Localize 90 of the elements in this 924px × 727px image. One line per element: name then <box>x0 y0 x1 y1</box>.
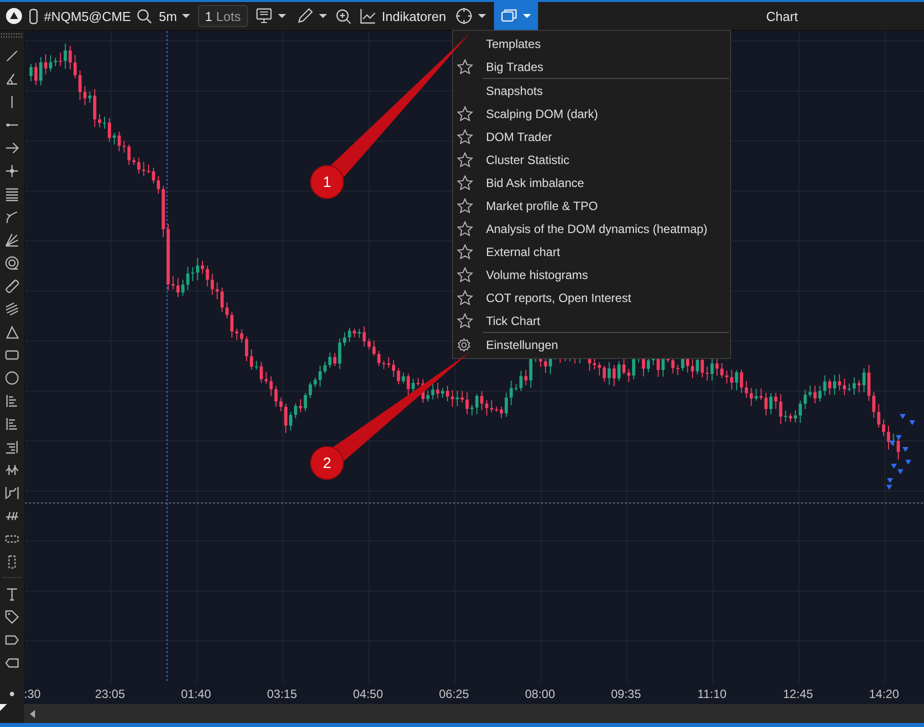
star-icon[interactable] <box>457 106 473 122</box>
time-label: 09:35 <box>610 687 642 701</box>
timeframe-dropdown[interactable]: 5m <box>156 2 193 30</box>
menu-item[interactable]: Volume histograms <box>453 263 730 286</box>
time-label: 03:15 <box>266 687 298 701</box>
caret-icon <box>477 12 488 20</box>
search-icon[interactable] <box>136 8 152 24</box>
time-label: 12:45 <box>782 687 814 701</box>
menu-item[interactable]: DOM Trader <box>453 125 730 148</box>
menu-item[interactable]: Analysis of the DOM dynamics (heatmap) <box>453 217 730 240</box>
time-label: 14:20 <box>868 687 900 701</box>
menu-item-label: Volume histograms <box>486 268 588 282</box>
menu-item[interactable]: External chart <box>453 240 730 263</box>
menu-item[interactable]: Market profile & TPO <box>453 194 730 217</box>
menu-item-label: Analysis of the DOM dynamics (heatmap) <box>486 222 708 236</box>
menu-item-label: Bid Ask imbalance <box>486 176 584 190</box>
diagonal-lines-icon[interactable] <box>4 300 20 316</box>
circle-icon[interactable] <box>4 370 20 386</box>
tag-icon[interactable] <box>4 608 20 624</box>
corner-icon <box>0 704 7 711</box>
menu-item[interactable]: COT reports, Open Interest <box>453 286 730 309</box>
menu-item-label: Big Trades <box>486 60 544 74</box>
menu-item[interactable]: Cluster Statistic <box>453 148 730 171</box>
triangle-icon[interactable] <box>4 324 20 340</box>
bar-levels-icon[interactable] <box>4 392 20 408</box>
scrollbar[interactable] <box>24 704 924 723</box>
step-line-icon[interactable] <box>4 484 20 500</box>
time-label: :30 <box>24 687 42 701</box>
star-icon[interactable] <box>457 58 473 74</box>
arrow-icon[interactable] <box>4 140 20 156</box>
grip-icon[interactable] <box>1 33 23 38</box>
curve-icon[interactable] <box>4 208 20 224</box>
menu-item-label: Cluster Statistic <box>486 152 570 166</box>
star-icon[interactable] <box>457 312 473 328</box>
star-icon[interactable] <box>457 220 473 236</box>
scroll-left-icon[interactable] <box>30 710 35 718</box>
menu-item[interactable]: Big Trades <box>453 55 730 78</box>
time-label: 04:50 <box>352 687 384 701</box>
menu-item[interactable]: Scalping DOM (dark) <box>453 102 730 125</box>
logo-icon[interactable] <box>5 7 23 25</box>
star-icon[interactable] <box>457 266 473 282</box>
zoom-in-icon[interactable] <box>334 8 352 24</box>
pencil-icon <box>296 7 314 25</box>
line-chart-icon <box>358 7 377 25</box>
dot-icon[interactable] <box>9 691 15 697</box>
time-label: 08:00 <box>524 687 556 701</box>
menu-item[interactable]: Einstellungen <box>453 333 730 356</box>
bar-levels-icon[interactable] <box>4 416 20 432</box>
caret-icon <box>276 12 287 20</box>
ruler-icon[interactable] <box>4 278 20 294</box>
windows-dropdown[interactable] <box>494 2 538 30</box>
menu-item-label: Market profile & TPO <box>486 198 598 212</box>
star-icon[interactable] <box>457 198 473 214</box>
trend-line-icon[interactable] <box>4 48 20 64</box>
lots-field[interactable]: 1 Lots <box>198 5 248 27</box>
parallel-lines-icon[interactable] <box>4 186 20 202</box>
menu-item[interactable]: Bid Ask imbalance <box>453 171 730 194</box>
menu-item-label: DOM Trader <box>486 130 552 144</box>
time-label: 11:10 <box>696 687 728 701</box>
crosshair-icon <box>455 7 474 25</box>
time-label: 01:40 <box>180 687 212 701</box>
text-icon[interactable] <box>4 586 20 602</box>
window-title: Chart <box>766 8 798 24</box>
indicators-button[interactable]: Indikatoren <box>356 2 448 30</box>
menu-item-label: External chart <box>486 244 560 258</box>
cross-icon[interactable] <box>4 162 20 178</box>
menu-header: Templates <box>486 36 541 50</box>
menu-item-label: COT reports, Open Interest <box>486 290 632 304</box>
step-bars-icon[interactable] <box>4 438 20 454</box>
star-icon[interactable] <box>457 128 473 144</box>
star-icon[interactable] <box>457 152 473 168</box>
time-label: 06:25 <box>438 687 470 701</box>
caret-icon <box>180 12 191 20</box>
menu-item-label: Tick Chart <box>486 314 540 328</box>
menu-item[interactable]: Tick Chart <box>453 309 730 332</box>
star-icon[interactable] <box>457 244 473 260</box>
gear-icon <box>457 338 471 352</box>
symbol-label[interactable]: #NQM5@CME <box>44 8 131 24</box>
star-icon[interactable] <box>457 174 473 190</box>
star-icon[interactable] <box>457 290 473 306</box>
spiral-icon[interactable] <box>4 254 20 270</box>
phone-icon[interactable] <box>28 8 39 24</box>
menu-item-label: Scalping DOM (dark) <box>486 106 598 120</box>
menu-header: Snapshots <box>486 84 543 98</box>
caret-icon <box>522 12 532 20</box>
caret-icon <box>318 12 328 20</box>
fan-icon[interactable] <box>4 232 20 248</box>
menu-item-label: Einstellungen <box>486 338 558 352</box>
time-label: 23:05 <box>94 687 126 701</box>
monitor-icon <box>254 7 273 25</box>
